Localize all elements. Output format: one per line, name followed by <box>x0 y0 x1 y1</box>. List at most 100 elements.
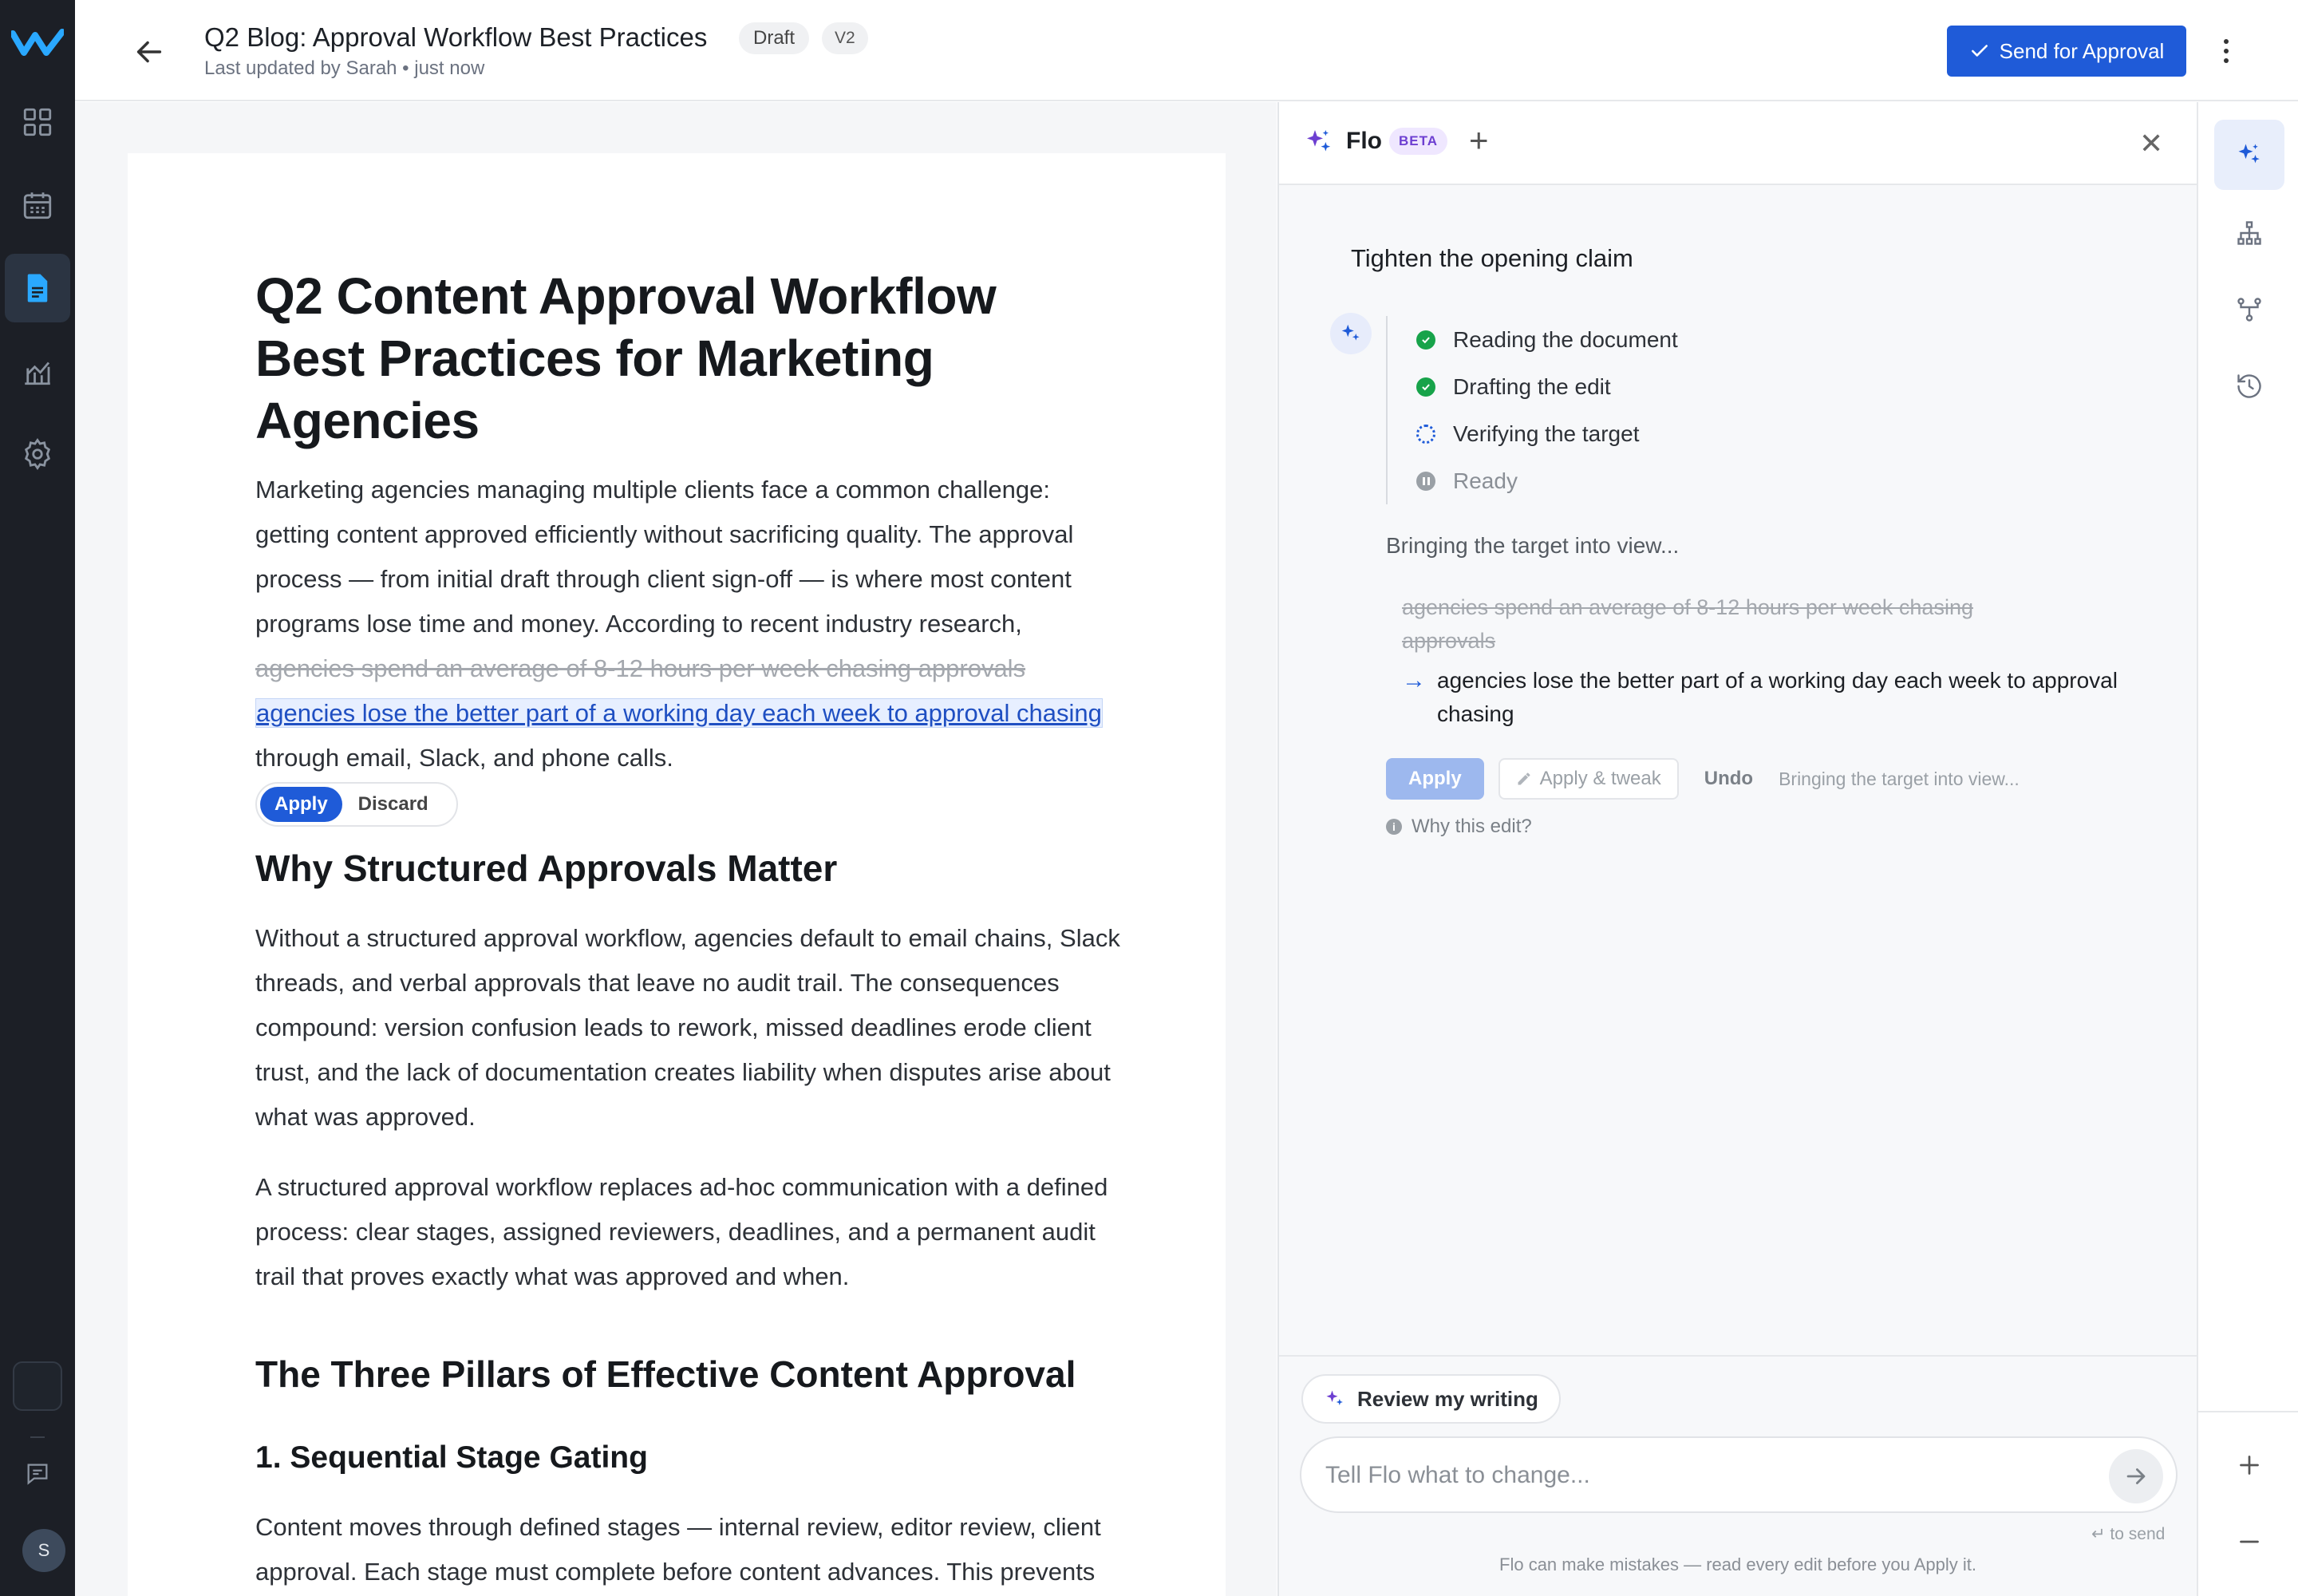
inline-apply-button[interactable]: Apply <box>260 787 342 822</box>
section-paragraph[interactable]: A structured approval workflow replaces … <box>255 1165 1125 1299</box>
intro-paragraph[interactable]: Marketing agencies managing multiple cli… <box>255 468 1125 780</box>
zoom-out-button[interactable] <box>2214 1507 2284 1577</box>
chart-icon <box>25 361 50 385</box>
step-label: Reading the document <box>1453 326 1678 352</box>
suggested-insertion[interactable]: agencies lose the better part of a worki… <box>255 698 1103 728</box>
review-my-writing-button[interactable]: Review my writing <box>1301 1374 1561 1424</box>
minus-icon <box>2240 1540 2259 1543</box>
step-item: Reading the document <box>1416 316 1678 363</box>
step-item: Ready <box>1416 457 1678 504</box>
send-for-approval-button[interactable]: Send for Approval <box>1947 26 2186 77</box>
intro-text-after: through email, Slack, and phone calls. <box>255 744 673 772</box>
step-label: Ready <box>1453 468 1518 493</box>
flo-avatar <box>1330 313 1372 354</box>
rail-divider <box>2198 1411 2298 1412</box>
send-button-label: Send for Approval <box>1999 38 2165 63</box>
document-icon <box>27 274 48 302</box>
workflow-icon <box>2237 298 2261 322</box>
zoom-in-button[interactable] <box>2214 1430 2284 1500</box>
action-status-text: Bringing the target into view... <box>1779 768 2020 789</box>
status-message: Bringing the target into view... <box>1386 533 1680 558</box>
plus-icon <box>2240 1456 2259 1475</box>
check-circle-icon <box>1416 330 1435 350</box>
document-content[interactable]: Q2 Content Approval Workflow Best Practi… <box>255 265 1125 1596</box>
sparkle-icon <box>1341 324 1360 341</box>
check-circle-icon <box>1416 377 1435 397</box>
left-nav: S <box>0 0 75 1596</box>
why-this-edit-link[interactable]: i Why this edit? <box>1386 816 1532 838</box>
subsection-heading[interactable]: 1. Sequential Stage Gating <box>255 1436 1125 1479</box>
user-prompt: Tighten the opening claim <box>1351 244 1633 272</box>
undo-button[interactable]: Undo <box>1693 768 1764 790</box>
nav-calendar[interactable] <box>5 171 70 239</box>
flo-title: Flo <box>1346 128 1382 154</box>
why-label: Why this edit? <box>1412 816 1532 837</box>
flo-input-container <box>1300 1436 2178 1513</box>
version-badge[interactable]: V2 <box>822 22 868 54</box>
step-item: Verifying the target <box>1416 410 1678 457</box>
sparkle-icon <box>1307 130 1331 152</box>
nav-workspace-slot[interactable] <box>13 1361 62 1411</box>
step-item: Drafting the edit <box>1416 363 1678 410</box>
pencil-icon <box>1518 772 1530 785</box>
send-hint: ↵ to send <box>2091 1525 2166 1543</box>
apply-button[interactable]: Apply <box>1386 758 1484 800</box>
diff-added-text: agencies lose the better part of a worki… <box>1437 668 2118 726</box>
intro-text-before: Marketing agencies managing multiple cli… <box>255 476 1074 638</box>
rail-structure-button[interactable] <box>2214 198 2284 268</box>
sparkle-icon <box>1326 1390 1343 1406</box>
rail-flo-button[interactable] <box>2214 120 2284 190</box>
check-icon <box>1971 45 1988 57</box>
flo-composer: Review my writing ↵ to send Flo can make… <box>1279 1355 2197 1596</box>
document-header: Q2 Blog: Approval Workflow Best Practice… <box>75 0 2298 101</box>
grid-icon <box>23 108 52 136</box>
nav-dashboard[interactable] <box>5 88 70 156</box>
nav-divider <box>30 1436 45 1438</box>
progress-steps: Reading the document Drafting the edit V… <box>1386 316 1678 504</box>
chat-icon <box>27 1464 48 1485</box>
inline-discard-button[interactable]: Discard <box>350 793 436 816</box>
nav-settings[interactable] <box>5 420 70 488</box>
arrow-right-icon: → <box>1402 667 1426 693</box>
history-icon <box>2237 374 2261 398</box>
nav-documents[interactable] <box>5 254 70 322</box>
beta-badge: BETA <box>1389 128 1448 155</box>
send-message-button[interactable] <box>2109 1449 2163 1503</box>
document-title[interactable]: Q2 Blog: Approval Workflow Best Practice… <box>204 22 707 53</box>
close-icon[interactable]: ✕ <box>2139 129 2163 158</box>
arrow-right-icon <box>2126 1468 2146 1484</box>
apply-tweak-label: Apply & tweak <box>1539 768 1661 789</box>
nav-analytics[interactable] <box>5 337 70 405</box>
step-label: Drafting the edit <box>1453 373 1611 399</box>
nav-messages[interactable] <box>5 1440 70 1508</box>
document-heading[interactable]: Q2 Content Approval Workflow Best Practi… <box>255 265 1021 452</box>
user-avatar[interactable]: S <box>22 1529 65 1572</box>
diff-added: → agencies lose the better part of a wor… <box>1402 664 2120 731</box>
info-icon: i <box>1386 819 1402 835</box>
more-options-icon[interactable] <box>2218 32 2234 70</box>
last-updated-text: Last updated by Sarah • just now <box>204 57 485 79</box>
calendar-icon <box>23 192 52 219</box>
editor-area[interactable]: Q2 Content Approval Workflow Best Practi… <box>75 102 1277 1596</box>
edit-actions: Apply Apply & tweak Undo Bringing the ta… <box>1386 758 2020 800</box>
pause-circle-icon <box>1416 471 1435 491</box>
suggested-removal[interactable]: agencies spend an average of 8-12 hours … <box>255 654 1025 682</box>
section-heading[interactable]: The Three Pillars of Effective Content A… <box>255 1350 1125 1398</box>
spinner-icon <box>1416 424 1435 444</box>
disclaimer-text: Flo can make mistakes — read every edit … <box>1499 1555 1976 1574</box>
step-label: Verifying the target <box>1453 421 1640 446</box>
section-paragraph[interactable]: Without a structured approval workflow, … <box>255 916 1125 1140</box>
new-chat-icon[interactable]: + <box>1469 124 1489 157</box>
rail-workflow-button[interactable] <box>2214 275 2284 345</box>
hierarchy-icon <box>2237 221 2261 245</box>
review-label: Review my writing <box>1357 1386 1538 1411</box>
rail-history-button[interactable] <box>2214 351 2284 421</box>
document-page[interactable]: Q2 Content Approval Workflow Best Practi… <box>128 153 1226 1596</box>
inline-suggestion-actions: Apply Discard <box>255 782 458 827</box>
flo-message-input[interactable] <box>1325 1456 2091 1495</box>
section-paragraph[interactable]: Content moves through defined stages — i… <box>255 1505 1125 1596</box>
app-logo-icon[interactable] <box>11 27 64 59</box>
back-arrow-icon[interactable] <box>131 34 168 70</box>
apply-tweak-button[interactable]: Apply & tweak <box>1498 758 1679 800</box>
section-heading[interactable]: Why Structured Approvals Matter <box>255 844 1125 892</box>
